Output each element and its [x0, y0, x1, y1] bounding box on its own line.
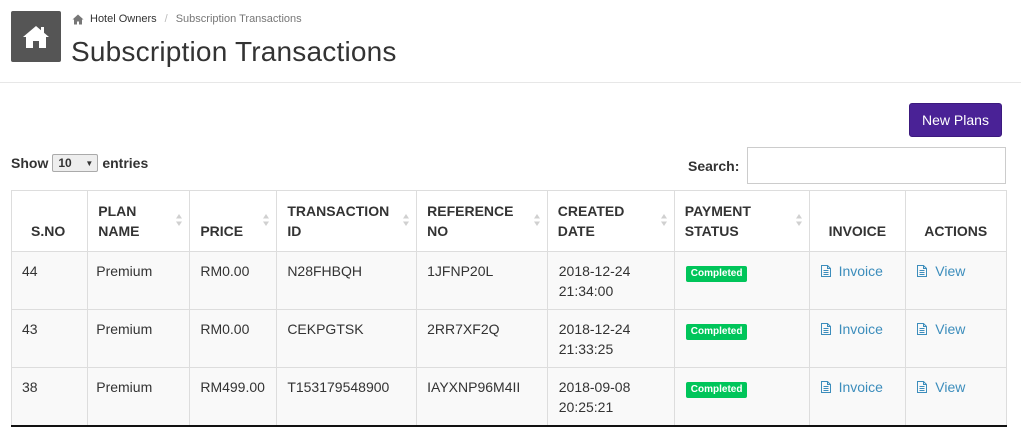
- table-row: 38 Premium RM499.00 T153179548900 IAYXNP…: [10, 367, 1007, 427]
- cell-payment-status: Completed: [673, 251, 810, 310]
- cell-sno: 44: [10, 251, 89, 310]
- column-header-plan-name[interactable]: PLAN NAME: [87, 190, 191, 252]
- table-row: 44 Premium RM0.00 N28FHBQH 1JFNP20L 2018…: [10, 251, 1007, 310]
- cell-price: RM0.00: [189, 251, 278, 310]
- home-tile[interactable]: [11, 11, 61, 62]
- view-link[interactable]: View: [917, 319, 965, 339]
- breadcrumb-separator: /: [164, 13, 168, 25]
- table-row: 43 Premium RM0.00 CEKPGTSK 2RR7XF2Q 2018…: [10, 309, 1007, 368]
- file-text-icon: [820, 381, 831, 393]
- breadcrumb-item-current: Subscription Transactions: [175, 13, 302, 25]
- show-label: Show: [11, 155, 49, 171]
- cell-reference-no: 2RR7XF2Q: [416, 309, 548, 368]
- column-header-reference-no[interactable]: REFERENCE NO: [416, 190, 548, 252]
- created-date: 2018-09-08: [558, 379, 631, 395]
- breadcrumb-home-icon[interactable]: [72, 14, 84, 25]
- column-header-invoice: INVOICE: [808, 190, 907, 252]
- column-header-sno[interactable]: S.NO: [10, 190, 89, 252]
- status-badge: Completed: [685, 266, 748, 282]
- cell-price: RM499.00: [189, 367, 278, 427]
- entries-select-value: 10: [58, 156, 72, 170]
- home-icon: [23, 25, 49, 48]
- status-badge: Completed: [685, 324, 748, 340]
- sort-icon: [176, 214, 183, 226]
- transactions-table: S.NO PLAN NAME PRICE TRANSACTION ID REFE…: [10, 190, 1007, 427]
- file-text-icon: [820, 323, 831, 335]
- cell-actions: View: [905, 251, 1007, 310]
- view-link[interactable]: View: [917, 377, 965, 397]
- cell-created-date: 2018-12-24 21:33:25: [546, 309, 675, 368]
- cell-reference-no: 1JFNP20L: [416, 251, 548, 310]
- chevron-down-icon: ▼: [85, 158, 94, 168]
- cell-sno: 38: [10, 367, 89, 427]
- cell-actions: View: [905, 367, 1007, 427]
- new-plans-button[interactable]: New Plans: [909, 103, 1002, 137]
- page-title: Subscription Transactions: [71, 36, 397, 67]
- search-control: Search:: [688, 147, 1007, 184]
- file-text-icon: [820, 265, 831, 277]
- sort-icon: [533, 214, 540, 226]
- cell-reference-no: IAYXNP96M4II: [416, 367, 548, 427]
- search-label: Search:: [688, 157, 740, 174]
- cell-created-date: 2018-12-24 21:34:00: [546, 251, 675, 310]
- table-header-row: S.NO PLAN NAME PRICE TRANSACTION ID REFE…: [10, 190, 1007, 252]
- cell-created-date: 2018-09-08 20:25:21: [546, 367, 675, 427]
- page-header: Hotel Owners / Subscription Transactions…: [0, 0, 1021, 83]
- invoice-link[interactable]: Invoice: [820, 377, 883, 397]
- cell-invoice: Invoice: [808, 367, 907, 427]
- breadcrumb: Hotel Owners / Subscription Transactions: [72, 13, 302, 25]
- file-text-icon: [917, 381, 928, 393]
- sort-icon: [795, 214, 802, 226]
- created-time: 21:33:25: [558, 341, 614, 357]
- sort-icon: [403, 214, 410, 226]
- invoice-link[interactable]: Invoice: [820, 261, 883, 281]
- cell-transaction-id: T153179548900: [276, 367, 418, 427]
- cell-plan: Premium: [87, 367, 191, 427]
- show-entries-control: Show 10 ▼ entries: [11, 154, 148, 172]
- cell-transaction-id: CEKPGTSK: [276, 309, 418, 368]
- sort-icon: [263, 214, 270, 226]
- column-header-transaction-id[interactable]: TRANSACTION ID: [276, 190, 418, 252]
- column-header-actions: ACTIONS: [905, 190, 1007, 252]
- cell-price: RM0.00: [189, 309, 278, 368]
- entries-select[interactable]: 10 ▼: [52, 154, 99, 172]
- column-header-price[interactable]: PRICE: [189, 190, 278, 252]
- cell-plan: Premium: [87, 309, 191, 368]
- created-time: 20:25:21: [558, 399, 614, 415]
- created-date: 2018-12-24: [558, 263, 631, 279]
- status-badge: Completed: [685, 382, 748, 398]
- entries-label: entries: [102, 155, 149, 171]
- created-date: 2018-12-24: [558, 321, 631, 337]
- invoice-link[interactable]: Invoice: [820, 319, 883, 339]
- cell-payment-status: Completed: [673, 367, 810, 427]
- file-text-icon: [917, 323, 928, 335]
- cell-plan: Premium: [87, 251, 191, 310]
- cell-transaction-id: N28FHBQH: [276, 251, 418, 310]
- created-time: 21:34:00: [558, 283, 614, 299]
- search-input[interactable]: [747, 147, 1007, 184]
- cell-invoice: Invoice: [808, 251, 907, 310]
- sort-icon: [660, 214, 667, 226]
- cell-payment-status: Completed: [673, 309, 810, 368]
- cell-sno: 43: [10, 309, 89, 368]
- file-text-icon: [917, 265, 928, 277]
- column-header-created-date[interactable]: CREATED DATE: [546, 190, 675, 252]
- cell-actions: View: [905, 309, 1007, 368]
- breadcrumb-item-hotel-owners[interactable]: Hotel Owners: [90, 13, 157, 25]
- view-link[interactable]: View: [917, 261, 965, 281]
- cell-invoice: Invoice: [808, 309, 907, 368]
- column-header-payment-status[interactable]: PAYMENT STATUS: [673, 190, 810, 252]
